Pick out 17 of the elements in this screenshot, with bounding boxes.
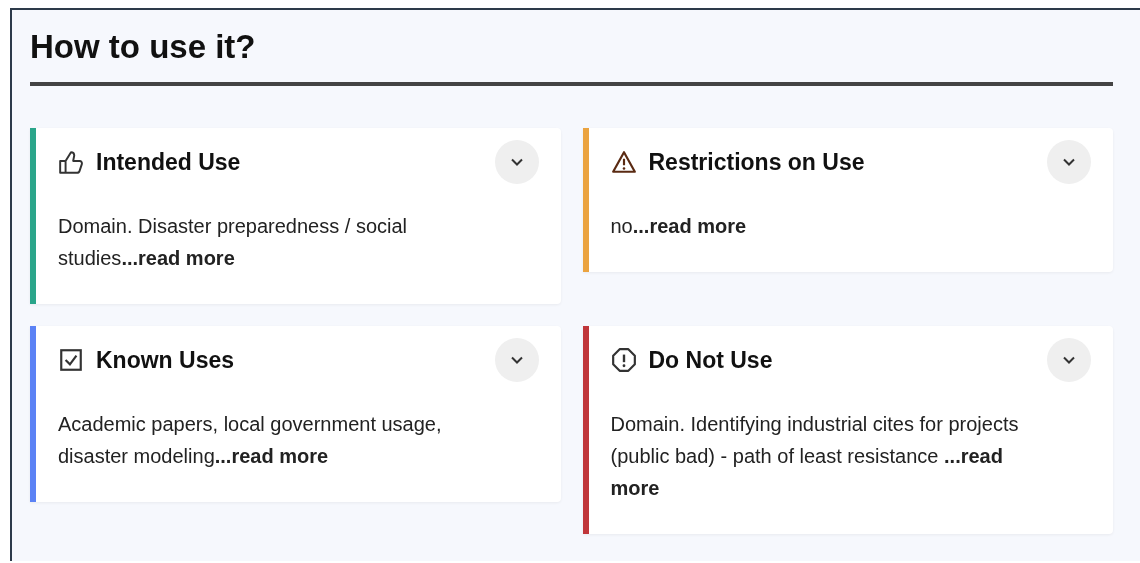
expand-button[interactable]: [494, 140, 539, 184]
card-title: Known Uses: [96, 346, 236, 374]
section-title: How to use it?: [30, 28, 1113, 86]
expand-button[interactable]: [1047, 140, 1091, 184]
checkbox-icon: [58, 347, 84, 373]
card-description: Academic papers, local government usage, disaster modeling...read more: [58, 412, 443, 469]
card-description: Domain. Identifying industrial cites for projects (public bad) - path of least resistance ...read more: [610, 412, 1020, 501]
expand-button[interactable]: [494, 338, 539, 382]
expand-button[interactable]: [1047, 338, 1091, 382]
card-title: Do Not Use: [648, 346, 774, 374]
card-title: Restrictions on Use: [648, 148, 866, 176]
alert-octagon-icon: [610, 347, 637, 373]
thumbs-up-icon: [58, 149, 84, 175]
card-description: no...read more: [610, 214, 748, 239]
warning-icon: [610, 149, 637, 175]
card-title: Intended Use: [96, 148, 242, 176]
card-description: Domain. Disaster preparedness / social studies...read more: [58, 214, 409, 271]
